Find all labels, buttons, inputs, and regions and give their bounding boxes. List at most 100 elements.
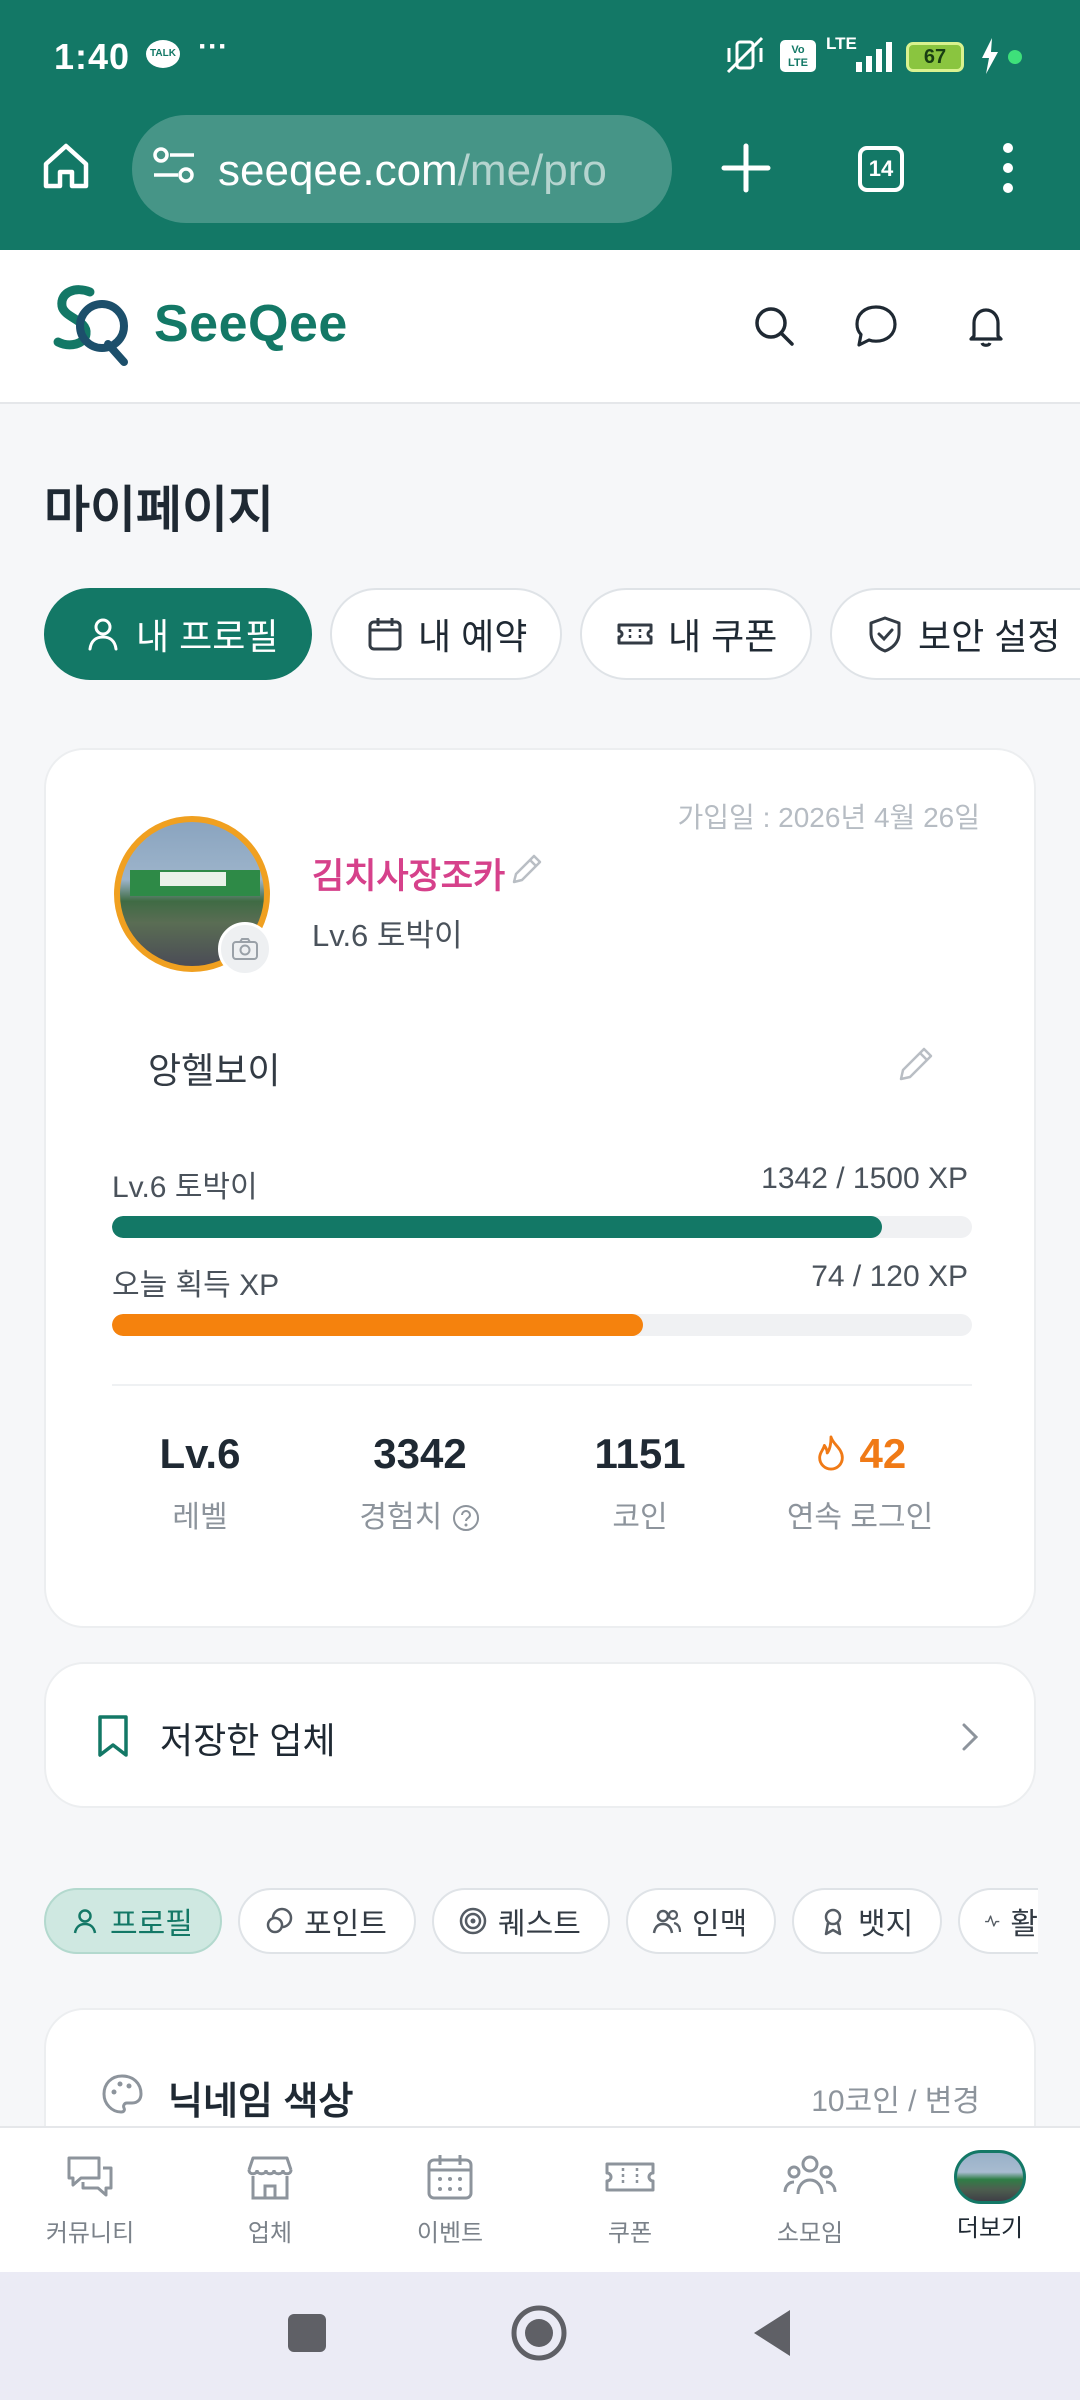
badge-icon [824, 1908, 842, 1936]
tab-label: 내 예약 [418, 616, 528, 657]
subtab-label: 활 [1010, 1908, 1038, 1941]
new-tab-icon[interactable] [718, 140, 774, 196]
site-settings-icon[interactable] [152, 146, 196, 184]
url-host: seeqee.com [218, 146, 458, 195]
chat-icon [67, 2156, 113, 2197]
stat-value: Lv.6 [159, 1430, 241, 1477]
subtab-badges[interactable]: 뱃지 [792, 1888, 942, 1954]
nickname-color-price: 10코인 / 변경 [811, 2085, 980, 2118]
nav-events[interactable]: 이벤트 [360, 2150, 540, 2248]
level-progress-value: 1342 / 1500 XP [761, 1162, 968, 1195]
level-progress-label: Lv.6 토박이 [112, 1171, 258, 1204]
seeqee-logo-icon[interactable] [50, 282, 130, 366]
nav-coupons[interactable]: 쿠폰 [540, 2150, 720, 2248]
nav-community[interactable]: 커뮤니티 [0, 2150, 180, 2248]
bio-text: 앙헬보이 [148, 1050, 281, 1091]
people-icon [652, 1909, 682, 1934]
bell-icon[interactable] [962, 302, 1010, 350]
system-navigation-bar [0, 2272, 1080, 2400]
privacy-indicator-dot [1008, 50, 1022, 64]
divider [112, 1384, 972, 1386]
tab-label: 내 프로필 [136, 616, 279, 657]
bookmark-icon [98, 1715, 128, 1757]
store-icon [247, 2156, 293, 2200]
subtab-label: 프로필 [110, 1908, 193, 1941]
stat-label: 코인 [612, 1501, 668, 1534]
battery-icon: 67 [906, 42, 964, 72]
tab-my-profile[interactable]: 내 프로필 [44, 588, 312, 680]
stat-level: Lv.6 레벨 [90, 1430, 310, 1536]
url-text[interactable]: seeqee.com/me/pro [218, 146, 658, 196]
subtab-activity[interactable]: 활 [958, 1888, 1038, 1954]
saved-businesses-row[interactable]: 저장한 업체 [44, 1662, 1036, 1808]
signal-icon [856, 42, 892, 72]
nav-more[interactable]: 더보기 [900, 2150, 1080, 2243]
messages-icon[interactable] [852, 302, 900, 350]
nickname-color-title: 닉네임 색상 [168, 2081, 354, 2123]
palette-icon [102, 2074, 143, 2114]
status-time: 1:40 [54, 36, 131, 77]
shield-icon [869, 616, 901, 653]
activity-icon [985, 1915, 1000, 1927]
tab-switcher-button[interactable]: 14 [858, 146, 904, 192]
change-photo-button[interactable] [218, 922, 272, 976]
tab-my-reservations[interactable]: 내 예약 [330, 588, 562, 680]
nav-label: 소모임 [776, 2220, 844, 2247]
edit-nickname-icon[interactable] [506, 850, 546, 890]
home-icon[interactable] [40, 140, 92, 192]
stat-value: 3342 [373, 1430, 467, 1477]
nav-groups[interactable]: 소모임 [720, 2150, 900, 2248]
browser-menu-icon[interactable] [1000, 140, 1016, 196]
camera-icon [232, 938, 258, 960]
subtab-profile[interactable]: 프로필 [44, 1888, 222, 1954]
vibrate-off-icon [726, 36, 764, 74]
stat-login-streak: 42 연속 로그인 [750, 1430, 970, 1536]
help-icon[interactable] [451, 1503, 481, 1533]
subtab-label: 인맥 [692, 1908, 748, 1941]
recents-button[interactable] [286, 2312, 328, 2354]
site-header: SeeQee [0, 250, 1080, 404]
stat-label-text: 경험치 [359, 1501, 443, 1534]
nav-business[interactable]: 업체 [180, 2150, 360, 2248]
stat-value: 42 [750, 1430, 970, 1478]
chevron-right-icon [962, 1723, 979, 1751]
tab-security-settings[interactable]: 보안 설정 [830, 588, 1080, 680]
profile-card: 가입일 : 2026년 4월 26일 김치사장조카 Lv.6 토박이 앙헬보이 … [44, 748, 1036, 1628]
level-progress-fill [112, 1216, 882, 1238]
nav-label: 업체 [247, 2220, 293, 2247]
group-icon [783, 2155, 837, 2195]
charging-icon [982, 38, 998, 74]
subtab-points[interactable]: 포인트 [238, 1888, 416, 1954]
stat-value: 1151 [594, 1430, 686, 1477]
tab-label: 보안 설정 [918, 616, 1061, 657]
user-icon [88, 618, 118, 651]
level-progress-bar [112, 1216, 972, 1238]
daily-xp-value: 74 / 120 XP [811, 1260, 968, 1293]
subtab-label: 퀘스트 [498, 1908, 581, 1941]
daily-xp-label: 오늘 획득 XP [112, 1269, 280, 1302]
daily-xp-bar [112, 1314, 972, 1336]
avatar-photo-sign [160, 872, 226, 886]
back-button[interactable] [752, 2308, 792, 2358]
status-bar: 1:40 TALK ··· Vo LTE LTE 67 [0, 0, 1080, 110]
streak-value: 42 [859, 1430, 907, 1477]
user-icon [73, 1909, 97, 1934]
tab-my-coupons[interactable]: 내 쿠폰 [580, 588, 812, 680]
home-button[interactable] [510, 2304, 568, 2362]
target-icon [459, 1907, 487, 1935]
search-icon[interactable] [750, 302, 798, 350]
join-date: 가입일 : 2026년 4월 26일 [677, 802, 980, 833]
kakaotalk-notification-icon: TALK [146, 40, 180, 68]
page-title: 마이페이지 [44, 482, 274, 538]
stat-label: 연속 로그인 [786, 1501, 934, 1534]
subtab-quests[interactable]: 퀘스트 [432, 1888, 610, 1954]
stat-coins: 1151 코인 [530, 1430, 750, 1536]
edit-bio-icon[interactable] [892, 1042, 938, 1088]
subtab-connections[interactable]: 인맥 [626, 1888, 776, 1954]
ticket-icon [617, 623, 653, 645]
ticket-icon [605, 2162, 655, 2192]
stat-label: 경험치 [310, 1492, 530, 1536]
calendar-icon [427, 2155, 473, 2200]
brand-name[interactable]: SeeQee [154, 294, 348, 354]
flame-icon [818, 1435, 844, 1471]
